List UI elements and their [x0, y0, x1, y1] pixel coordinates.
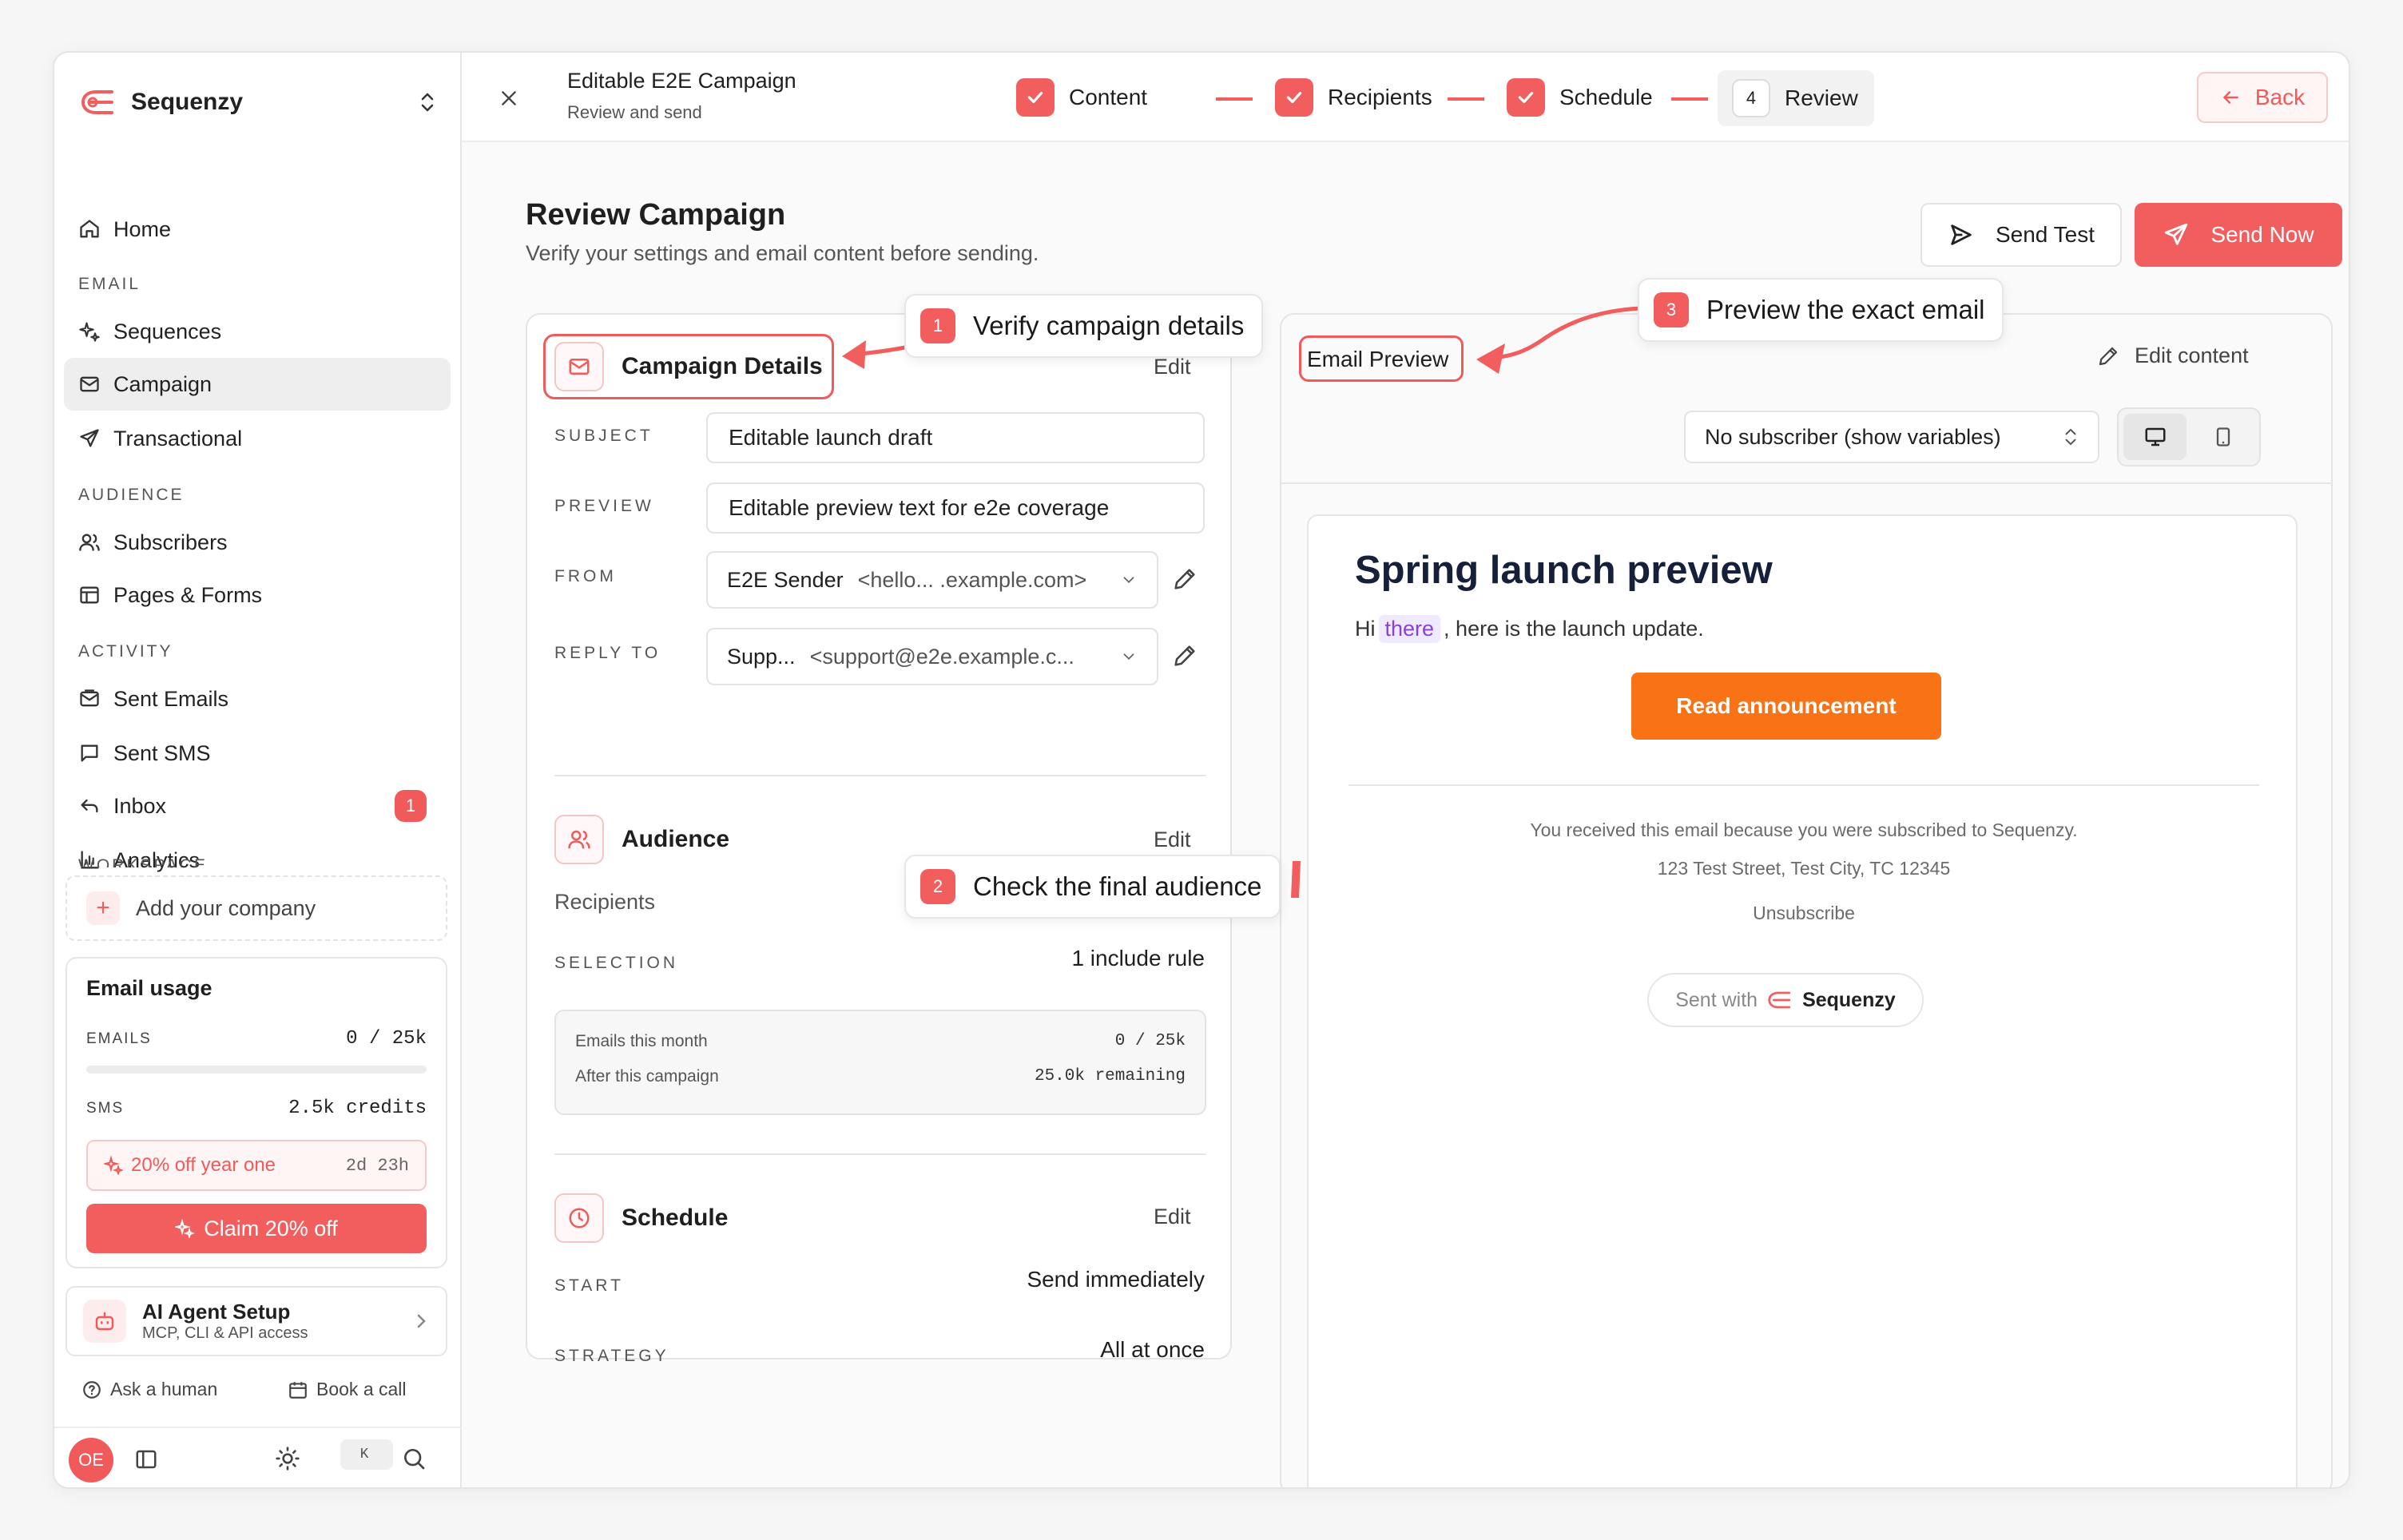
callout-check-audience: 2 Check the final audience — [904, 855, 1281, 919]
callout-text: Preview the exact email — [1706, 295, 1985, 324]
ask-human-label: Ask a human — [110, 1379, 218, 1399]
add-company-button[interactable]: + Add your company — [66, 875, 447, 941]
workspace-switcher[interactable]: Sequenzy — [80, 80, 436, 125]
add-company-label: Add your company — [136, 895, 316, 920]
search-icon[interactable] — [401, 1446, 427, 1471]
email-usage-card: Email usage EMAILS 0 / 25k SMS 2.5k cred… — [66, 957, 447, 1268]
sidebar-item-campaign[interactable]: Campaign — [64, 358, 451, 411]
sequenzy-logo-icon — [80, 89, 117, 116]
sidebar-item-sent-sms[interactable]: Sent SMS — [64, 727, 451, 780]
sidebar-item-label: Subscribers — [113, 530, 228, 554]
app-window: Sequenzy Home EMAIL Sequences Campaign T… — [53, 51, 2350, 1489]
avatar[interactable]: OE — [69, 1438, 113, 1482]
usage-sms-row: SMS 2.5k credits — [86, 1097, 427, 1119]
agent-text: AI Agent Setup MCP, CLI & API access — [142, 1300, 308, 1343]
sidebar-item-home[interactable]: Home — [64, 203, 451, 256]
sidebar-item-label: Sent SMS — [113, 740, 211, 765]
callout-preview-email: 3 Preview the exact email — [1638, 278, 2004, 342]
callout-number: 3 — [1654, 292, 1689, 327]
chevron-right-icon — [415, 1312, 428, 1331]
usage-title: Email usage — [86, 976, 212, 1000]
nav-section-audience: AUDIENCE — [78, 486, 185, 504]
emails-label: EMAILS — [86, 1030, 152, 1047]
message-square-icon — [78, 742, 101, 764]
claim-label: Claim 20% off — [204, 1216, 338, 1240]
users-icon — [78, 531, 101, 554]
callout-number: 2 — [920, 869, 955, 904]
callout-number: 1 — [920, 308, 955, 343]
book-call-label: Book a call — [316, 1379, 407, 1399]
sidebar: Sequenzy Home EMAIL Sequences Campaign T… — [54, 53, 462, 1487]
sparkles-icon — [175, 1219, 195, 1238]
calendar-icon — [288, 1379, 308, 1400]
sidebar-toggle-icon[interactable] — [134, 1447, 158, 1471]
main-content: Editable E2E Campaign Review and send Co… — [462, 53, 2349, 1487]
callout-text: Verify campaign details — [973, 311, 1245, 340]
nav-section-workspace: WORKSPACE — [78, 856, 208, 867]
promo-banner[interactable]: 20% off year one 2d 23h — [86, 1140, 427, 1191]
promo-label: 20% off year one — [131, 1154, 276, 1176]
sms-value: 2.5k credits — [288, 1097, 427, 1119]
book-call-link[interactable]: Book a call — [288, 1379, 407, 1400]
emails-value: 0 / 25k — [346, 1028, 427, 1050]
sidebar-item-label: Campaign — [113, 371, 212, 396]
usage-emails-row: EMAILS 0 / 25k — [86, 1028, 427, 1050]
brand-name: Sequenzy — [131, 89, 244, 115]
agent-title: AI Agent Setup — [142, 1300, 291, 1324]
ask-human-link[interactable]: Ask a human — [81, 1379, 217, 1400]
mail-icon — [78, 373, 101, 395]
home-icon — [78, 218, 101, 240]
sidebar-item-label: Inbox — [113, 793, 167, 818]
promo-timer: 2d 23h — [345, 1155, 409, 1176]
sidebar-item-pages-forms[interactable]: Pages & Forms — [64, 569, 451, 621]
emails-progress-bar — [86, 1066, 427, 1074]
sidebar-item-subscribers[interactable]: Subscribers — [64, 516, 451, 569]
sidebar-item-label: Transactional — [113, 426, 243, 450]
callout-arrows — [842, 306, 1643, 898]
agent-subtitle: MCP, CLI & API access — [142, 1324, 308, 1342]
shortcut-key: K — [340, 1439, 393, 1470]
reply-icon — [78, 795, 101, 817]
sparkles-icon — [104, 1156, 123, 1175]
sidebar-item-sequences[interactable]: Sequences — [64, 305, 451, 358]
chevron-up-down-icon — [419, 92, 436, 113]
layout-icon — [78, 584, 101, 606]
sun-icon[interactable] — [275, 1446, 300, 1471]
nav-section-email: EMAIL — [78, 275, 141, 293]
sidebar-item-label: Sequences — [113, 319, 222, 343]
send-icon — [78, 427, 101, 450]
sidebar-item-label: Home — [113, 216, 172, 241]
callout-verify-details: 1 Verify campaign details — [904, 294, 1264, 358]
mail-open-icon — [78, 688, 101, 710]
nav-section-activity: ACTIVITY — [78, 642, 173, 661]
sms-label: SMS — [86, 1099, 125, 1117]
sidebar-item-label: Sent Emails — [113, 686, 229, 711]
sidebar-item-label: Pages & Forms — [113, 582, 263, 607]
inbox-count-badge: 1 — [395, 790, 427, 822]
ai-agent-setup-button[interactable]: AI Agent Setup MCP, CLI & API access — [66, 1286, 447, 1356]
promo-text-wrap: 20% off year one — [104, 1154, 276, 1177]
sidebar-item-transactional[interactable]: Transactional — [64, 412, 451, 465]
bot-icon — [83, 1300, 126, 1343]
callout-text: Check the final audience — [973, 871, 1262, 901]
sidebar-item-sent-emails[interactable]: Sent Emails — [64, 673, 451, 725]
sidebar-item-inbox[interactable]: Inbox 1 — [64, 780, 451, 832]
plus-icon: + — [86, 891, 120, 925]
help-circle-icon — [81, 1379, 102, 1400]
claim-discount-button[interactable]: Claim 20% off — [86, 1204, 427, 1253]
sparkles-icon — [78, 320, 101, 343]
